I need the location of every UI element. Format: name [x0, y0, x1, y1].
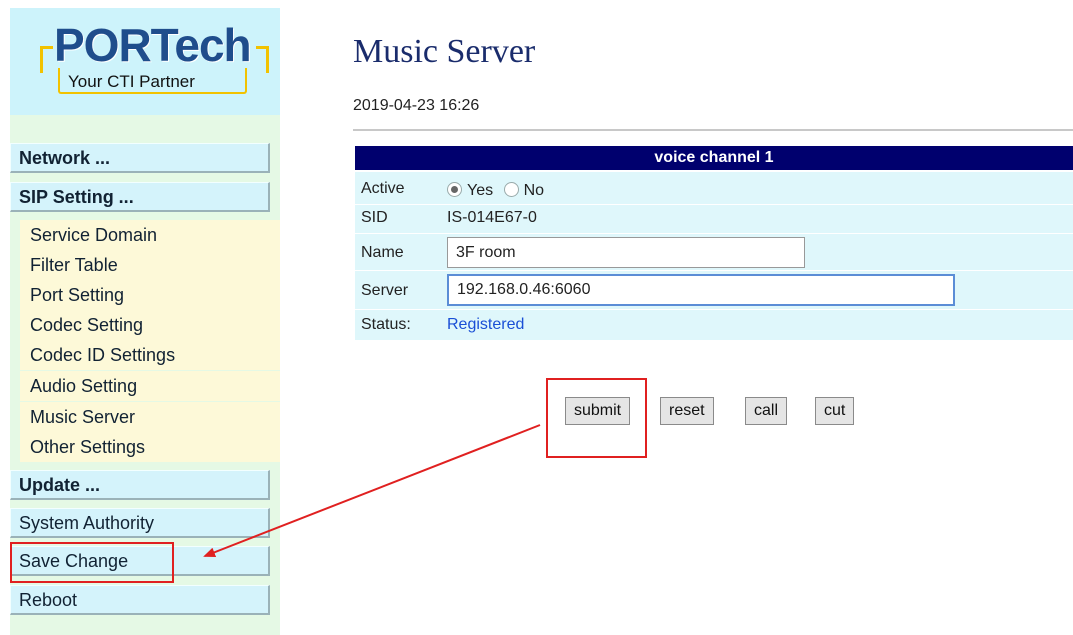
annotation-arrow — [203, 424, 541, 558]
arrow-line — [203, 424, 541, 558]
